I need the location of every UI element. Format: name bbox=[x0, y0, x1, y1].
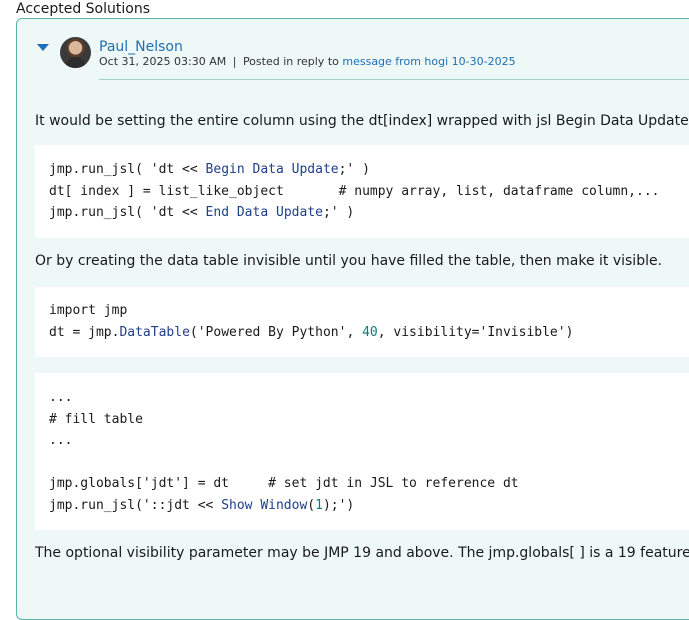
posted-in-reply-label: Posted in reply to bbox=[242, 55, 339, 68]
code-line: jmp.run_jsl( 'dt << End Data Update;' ) bbox=[49, 205, 355, 220]
code-line: ... bbox=[49, 390, 73, 405]
body-paragraph: It would be setting the entire column us… bbox=[35, 113, 689, 129]
post-date: Oct 31, 2025 03:30 AM bbox=[99, 55, 227, 68]
meta-separator: | bbox=[232, 55, 237, 68]
code-line: jmp.run_jsl('::jdt << Show Window(1);') bbox=[49, 497, 355, 513]
body-paragraph: Or by creating the data table invisible … bbox=[35, 253, 663, 269]
code-block: jmp.run_jsl( 'dt << Begin Data Update;' … bbox=[35, 145, 689, 238]
code-line: # fill table bbox=[49, 411, 143, 427]
reply-message-link[interactable]: message from hogi 10-30-2025 bbox=[342, 55, 515, 68]
code-line: import jmp bbox=[49, 303, 128, 318]
code-line: dt[ index ] = list_like_object # numpy a… bbox=[49, 183, 660, 199]
code-line: jmp.run_jsl( 'dt << Begin Data Update;' … bbox=[49, 162, 370, 177]
code-block: import jmp dt = jmp.DataTable('Powered B… bbox=[35, 287, 689, 357]
code-line: ... bbox=[49, 433, 73, 448]
body-paragraph: The optional visibility parameter may be… bbox=[35, 545, 689, 561]
section-title: Accepted Solutions bbox=[16, 1, 150, 17]
code-line: jmp.globals['jdt'] = dt # set jdt in JSL… bbox=[49, 476, 519, 491]
author-link[interactable]: Paul_Nelson bbox=[99, 39, 183, 55]
code-block: ... # fill table ... jmp.globals['jdt'] … bbox=[35, 373, 689, 530]
avatar[interactable] bbox=[60, 37, 91, 68]
code-line: dt = jmp.DataTable('Powered By Python', … bbox=[49, 324, 574, 340]
post-meta: Oct 31, 2025 03:30 AM | Posted in reply … bbox=[99, 55, 516, 68]
collapse-toggle-icon[interactable] bbox=[37, 44, 49, 51]
header-divider bbox=[99, 79, 689, 80]
